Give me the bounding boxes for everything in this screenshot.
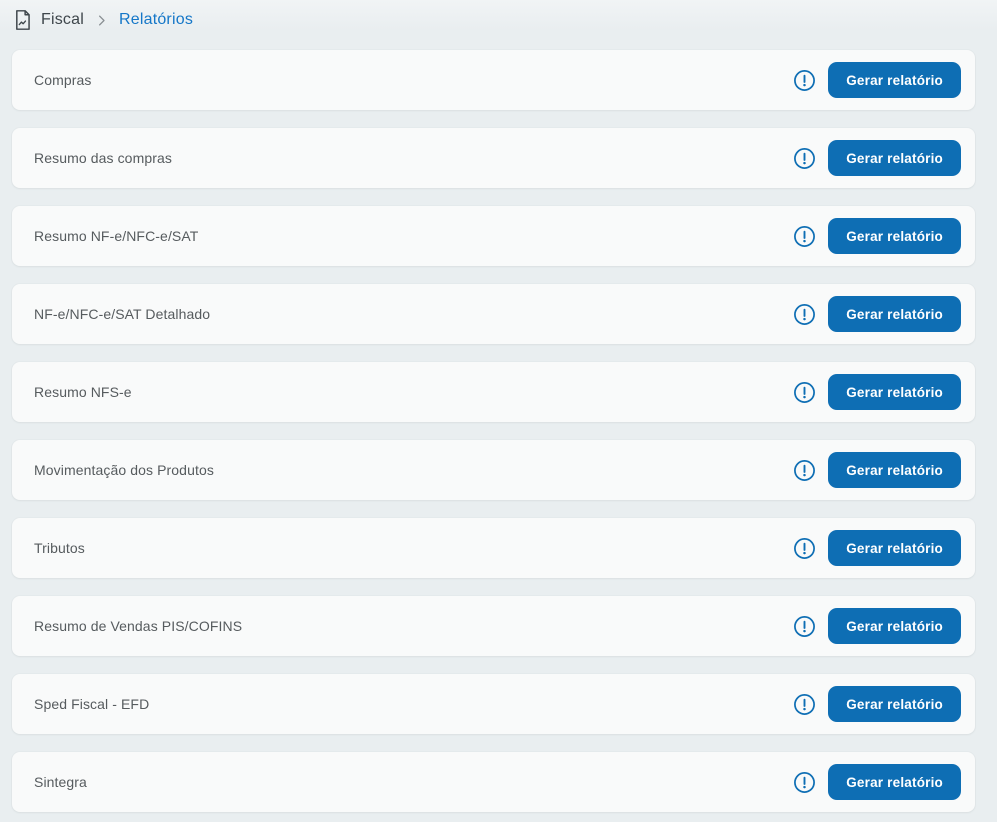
card-actions: Gerar relatório [793, 608, 961, 644]
report-card-resumo-vendas-pis-cofins: Resumo de Vendas PIS/COFINS Gerar relató… [12, 596, 975, 656]
generate-report-button[interactable]: Gerar relatório [828, 296, 961, 332]
card-actions: Gerar relatório [793, 374, 961, 410]
generate-report-button[interactable]: Gerar relatório [828, 608, 961, 644]
card-actions: Gerar relatório [793, 686, 961, 722]
report-title: Compras [34, 72, 92, 88]
breadcrumb: Fiscal Relatórios [0, 0, 997, 40]
exclamation-circle-icon[interactable] [793, 537, 816, 560]
card-actions: Gerar relatório [793, 764, 961, 800]
breadcrumb-item-relatorios[interactable]: Relatórios [119, 11, 193, 29]
report-card-nfe-nfce-sat-detalhado: NF-e/NFC-e/SAT Detalhado Gerar relatório [12, 284, 975, 344]
card-actions: Gerar relatório [793, 62, 961, 98]
report-title: Sped Fiscal - EFD [34, 696, 150, 712]
exclamation-circle-icon[interactable] [793, 225, 816, 248]
card-actions: Gerar relatório [793, 296, 961, 332]
generate-report-button[interactable]: Gerar relatório [828, 452, 961, 488]
card-actions: Gerar relatório [793, 452, 961, 488]
chevron-right-icon [94, 13, 109, 28]
report-card-sintegra: Sintegra Gerar relatório [12, 752, 975, 812]
report-list: Compras Gerar relatório Resumo das compr… [0, 40, 997, 812]
generate-report-button[interactable]: Gerar relatório [828, 218, 961, 254]
report-title: Movimentação dos Produtos [34, 462, 214, 478]
exclamation-circle-icon[interactable] [793, 381, 816, 404]
report-title: Sintegra [34, 774, 87, 790]
card-actions: Gerar relatório [793, 530, 961, 566]
report-card-tributos: Tributos Gerar relatório [12, 518, 975, 578]
card-actions: Gerar relatório [793, 218, 961, 254]
report-title: Tributos [34, 540, 85, 556]
report-title: Resumo NFS-e [34, 384, 132, 400]
generate-report-button[interactable]: Gerar relatório [828, 530, 961, 566]
report-title: NF-e/NFC-e/SAT Detalhado [34, 306, 211, 322]
generate-report-button[interactable]: Gerar relatório [828, 686, 961, 722]
report-card-resumo-nfe-nfce-sat: Resumo NF-e/NFC-e/SAT Gerar relatório [12, 206, 975, 266]
exclamation-circle-icon[interactable] [793, 615, 816, 638]
generate-report-button[interactable]: Gerar relatório [828, 764, 961, 800]
generate-report-button[interactable]: Gerar relatório [828, 374, 961, 410]
report-title: Resumo de Vendas PIS/COFINS [34, 618, 243, 634]
report-title: Resumo das compras [34, 150, 172, 166]
report-card-sped-fiscal-efd: Sped Fiscal - EFD Gerar relatório [12, 674, 975, 734]
report-card-movimentacao-produtos: Movimentação dos Produtos Gerar relatóri… [12, 440, 975, 500]
report-title: Resumo NF-e/NFC-e/SAT [34, 228, 199, 244]
exclamation-circle-icon[interactable] [793, 147, 816, 170]
exclamation-circle-icon[interactable] [793, 459, 816, 482]
exclamation-circle-icon[interactable] [793, 303, 816, 326]
exclamation-circle-icon[interactable] [793, 693, 816, 716]
card-actions: Gerar relatório [793, 140, 961, 176]
report-card-resumo-das-compras: Resumo das compras Gerar relatório [12, 128, 975, 188]
generate-report-button[interactable]: Gerar relatório [828, 140, 961, 176]
exclamation-circle-icon[interactable] [793, 69, 816, 92]
report-card-resumo-nfse: Resumo NFS-e Gerar relatório [12, 362, 975, 422]
exclamation-circle-icon[interactable] [793, 771, 816, 794]
report-file-icon [12, 8, 33, 32]
breadcrumb-item-fiscal[interactable]: Fiscal [41, 11, 84, 29]
report-card-compras: Compras Gerar relatório [12, 50, 975, 110]
generate-report-button[interactable]: Gerar relatório [828, 62, 961, 98]
